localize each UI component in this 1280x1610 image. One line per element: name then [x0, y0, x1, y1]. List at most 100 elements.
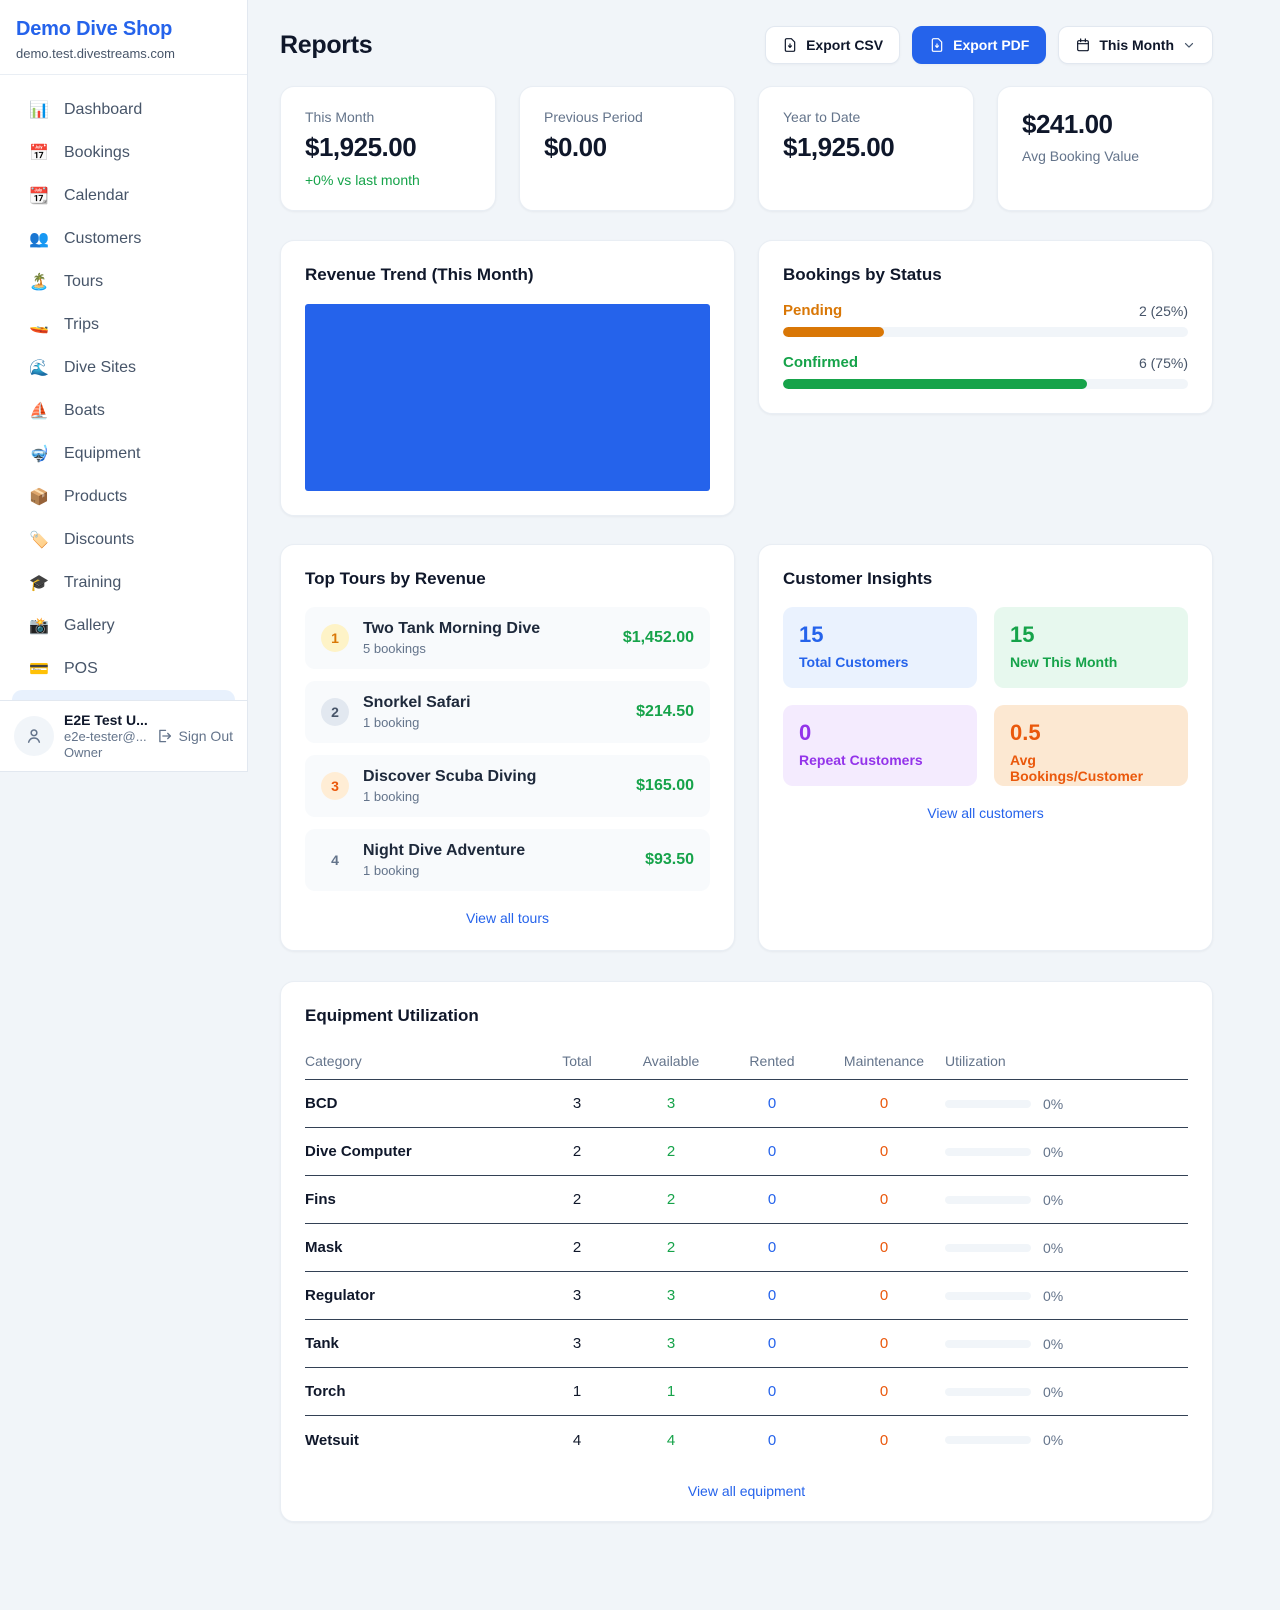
- insight-value: 0: [799, 720, 961, 746]
- user-role: Owner: [64, 745, 145, 760]
- sidebar-item-equipment[interactable]: 🤿Equipment: [0, 432, 247, 475]
- view-all-customers-link[interactable]: View all customers: [783, 805, 1188, 821]
- header-actions: Export CSV Export PDF This Month: [765, 26, 1213, 64]
- utilization-percent: 0%: [1043, 1288, 1063, 1304]
- sidebar-item-bookings[interactable]: 📅Bookings: [0, 131, 247, 174]
- equipment-total: 3: [533, 1287, 621, 1304]
- person-icon: [24, 726, 44, 746]
- tour-bookings: 1 booking: [363, 789, 622, 804]
- equipment-available: 1: [621, 1383, 721, 1400]
- equipment-maintenance: 0: [823, 1191, 945, 1208]
- sidebar-item-boats[interactable]: ⛵Boats: [0, 389, 247, 432]
- avatar: [14, 716, 54, 756]
- equipment-row: BCD 3 3 0 0 0%: [305, 1080, 1188, 1128]
- stat-label: This Month: [305, 109, 471, 125]
- equipment-category: Fins: [305, 1191, 533, 1208]
- status-list: Pending 2 (25%) Confirmed 6 (75%): [783, 302, 1188, 389]
- equipment-rented: 0: [721, 1239, 823, 1256]
- insight-label: Total Customers: [799, 654, 961, 670]
- utilization-track: [945, 1148, 1031, 1156]
- tag-icon: 🏷️: [28, 530, 50, 550]
- column-header-rented: Rented: [721, 1053, 823, 1069]
- utilization-track: [945, 1100, 1031, 1108]
- sidebar-item-training[interactable]: 🎓Training: [0, 561, 247, 604]
- sidebar-item-calendar[interactable]: 📆Calendar: [0, 174, 247, 217]
- sidebar-item-pos[interactable]: 💳POS: [0, 647, 247, 690]
- equipment-total: 4: [533, 1432, 621, 1449]
- insight-tile: 15 Total Customers: [783, 607, 977, 688]
- sidebar-item-reports-active-clipped[interactable]: [12, 690, 235, 700]
- equipment-maintenance: 0: [823, 1432, 945, 1449]
- sidebar-nav: 📊Dashboard 📅Bookings 📆Calendar 👥Customer…: [0, 75, 247, 700]
- sidebar-item-label: Dashboard: [64, 101, 142, 119]
- equipment-maintenance: 0: [823, 1095, 945, 1112]
- bookings-by-status-title: Bookings by Status: [783, 265, 1188, 285]
- user-panel: E2E Test U... e2e-tester@... Owner Sign …: [0, 700, 247, 771]
- equipment-available: 3: [621, 1335, 721, 1352]
- view-all-tours-link[interactable]: View all tours: [305, 910, 710, 926]
- status-progress-track: [783, 327, 1188, 337]
- equipment-utilization-cell: 0%: [945, 1144, 1188, 1160]
- stat-delta: +0% vs last month: [305, 172, 471, 188]
- sidebar-item-label: Training: [64, 574, 121, 592]
- sidebar-item-trips[interactable]: 🚤Trips: [0, 303, 247, 346]
- tour-name: Two Tank Morning Dive: [363, 620, 609, 638]
- column-header-utilization: Utilization: [945, 1053, 1188, 1069]
- stat-card-avg-booking-value: $241.00 Avg Booking Value: [997, 86, 1213, 211]
- calendar-icon: [1075, 37, 1091, 53]
- insight-label: Avg Bookings/Customer: [1010, 752, 1172, 784]
- utilization-track: [945, 1196, 1031, 1204]
- sidebar-item-products[interactable]: 📦Products: [0, 475, 247, 518]
- period-label: This Month: [1099, 37, 1174, 53]
- sign-out-button[interactable]: Sign Out: [155, 727, 233, 745]
- equipment-utilization-cell: 0%: [945, 1240, 1188, 1256]
- column-header-available: Available: [621, 1053, 721, 1069]
- chevron-down-icon: [1182, 38, 1196, 52]
- view-all-equipment-link[interactable]: View all equipment: [305, 1483, 1188, 1499]
- equipment-category: Wetsuit: [305, 1432, 533, 1449]
- sidebar-item-discounts[interactable]: 🏷️Discounts: [0, 518, 247, 561]
- top-tours-card: Top Tours by Revenue 1 Two Tank Morning …: [280, 544, 735, 951]
- tour-bookings: 1 booking: [363, 715, 622, 730]
- sidebar-item-tours[interactable]: 🏝️Tours: [0, 260, 247, 303]
- utilization-track: [945, 1388, 1031, 1396]
- sidebar-item-dashboard[interactable]: 📊Dashboard: [0, 88, 247, 131]
- tour-rank-badge: 4: [321, 846, 349, 874]
- equipment-maintenance: 0: [823, 1143, 945, 1160]
- column-header-total: Total: [533, 1053, 621, 1069]
- utilization-track: [945, 1292, 1031, 1300]
- equipment-total: 2: [533, 1239, 621, 1256]
- tour-revenue: $1,452.00: [623, 629, 694, 647]
- calendar-icon: 📅: [28, 143, 50, 163]
- speedboat-icon: 🚤: [28, 315, 50, 335]
- equipment-utilization-cell: 0%: [945, 1336, 1188, 1352]
- sidebar-item-dive-sites[interactable]: 🌊Dive Sites: [0, 346, 247, 389]
- equipment-available: 4: [621, 1432, 721, 1449]
- sidebar-item-label: Dive Sites: [64, 359, 136, 377]
- camera-icon: 📸: [28, 616, 50, 636]
- equipment-row: Regulator 3 3 0 0 0%: [305, 1272, 1188, 1320]
- utilization-percent: 0%: [1043, 1096, 1063, 1112]
- period-select[interactable]: This Month: [1058, 26, 1213, 64]
- equipment-maintenance: 0: [823, 1239, 945, 1256]
- sidebar-item-gallery[interactable]: 📸Gallery: [0, 604, 247, 647]
- sidebar-item-customers[interactable]: 👥Customers: [0, 217, 247, 260]
- tour-rank-badge: 3: [321, 772, 349, 800]
- sidebar-item-label: POS: [64, 660, 98, 678]
- equipment-utilization-cell: 0%: [945, 1288, 1188, 1304]
- column-header-category: Category: [305, 1053, 533, 1069]
- tour-bookings: 1 booking: [363, 863, 631, 878]
- status-progress-track: [783, 379, 1188, 389]
- charts-row: Revenue Trend (This Month) Bookings by S…: [280, 240, 1213, 516]
- revenue-trend-chart: [305, 304, 710, 491]
- tour-row: 3 Discover Scuba Diving 1 booking $165.0…: [305, 755, 710, 817]
- equipment-maintenance: 0: [823, 1335, 945, 1352]
- tour-row: 4 Night Dive Adventure 1 booking $93.50: [305, 829, 710, 891]
- insights-row: Top Tours by Revenue 1 Two Tank Morning …: [280, 544, 1213, 951]
- equipment-available: 2: [621, 1239, 721, 1256]
- export-csv-button[interactable]: Export CSV: [765, 26, 900, 64]
- stat-card-previous-period: Previous Period $0.00: [519, 86, 735, 211]
- utilization-percent: 0%: [1043, 1432, 1063, 1448]
- stat-value: $0.00: [544, 132, 710, 163]
- export-pdf-button[interactable]: Export PDF: [912, 26, 1046, 64]
